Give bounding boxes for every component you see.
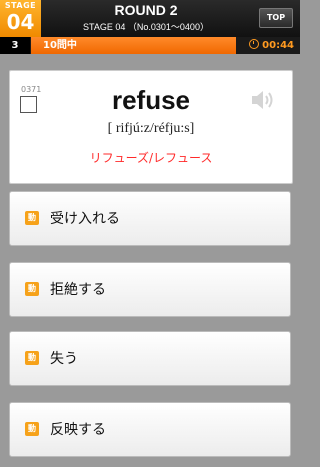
part-of-speech-badge: 動 bbox=[25, 422, 39, 436]
katakana-reading: リフューズ/レフュース bbox=[89, 151, 213, 165]
pronunciation: [ rifjú:z/réfju:s] bbox=[107, 121, 195, 136]
answer-option-1[interactable]: 動 受け入れる bbox=[9, 191, 291, 246]
part-of-speech-badge: 動 bbox=[25, 351, 39, 365]
answer-option-4[interactable]: 動 反映する bbox=[9, 402, 291, 457]
stage-number: 04 bbox=[6, 10, 35, 34]
answer-label: 受け入れる bbox=[50, 211, 120, 227]
stage-subtitle: STAGE 04 （No.0301～0400） bbox=[83, 22, 209, 32]
answer-label: 反映する bbox=[50, 422, 106, 438]
progress-bar: 3 10問中 00:44 bbox=[0, 37, 300, 54]
top-button[interactable]: TOP bbox=[259, 8, 293, 28]
part-of-speech-badge: 動 bbox=[25, 282, 39, 296]
header-bar: STAGE 04 ROUND 2 STAGE 04 （No.0301～0400）… bbox=[0, 0, 300, 37]
clock-icon bbox=[249, 39, 260, 49]
answer-label: 失う bbox=[50, 351, 78, 367]
round-title: ROUND 2 bbox=[114, 2, 178, 18]
word-card: 0371 refuse [ rifjú:z/réfju:s] リフューズ/レフュ… bbox=[9, 70, 293, 184]
speaker-icon[interactable] bbox=[250, 88, 278, 112]
part-of-speech-badge: 動 bbox=[25, 211, 39, 225]
timer-value: 00:44 bbox=[262, 40, 294, 51]
answer-label: 拒絶する bbox=[50, 282, 106, 298]
answer-option-3[interactable]: 動 失う bbox=[9, 331, 291, 386]
stage-badge: STAGE 04 bbox=[0, 0, 41, 37]
timer: 00:44 bbox=[249, 37, 294, 54]
question-count-status: 10問中 bbox=[31, 37, 236, 54]
question-number: 3 bbox=[0, 37, 30, 54]
answer-option-2[interactable]: 動 拒絶する bbox=[9, 262, 291, 317]
